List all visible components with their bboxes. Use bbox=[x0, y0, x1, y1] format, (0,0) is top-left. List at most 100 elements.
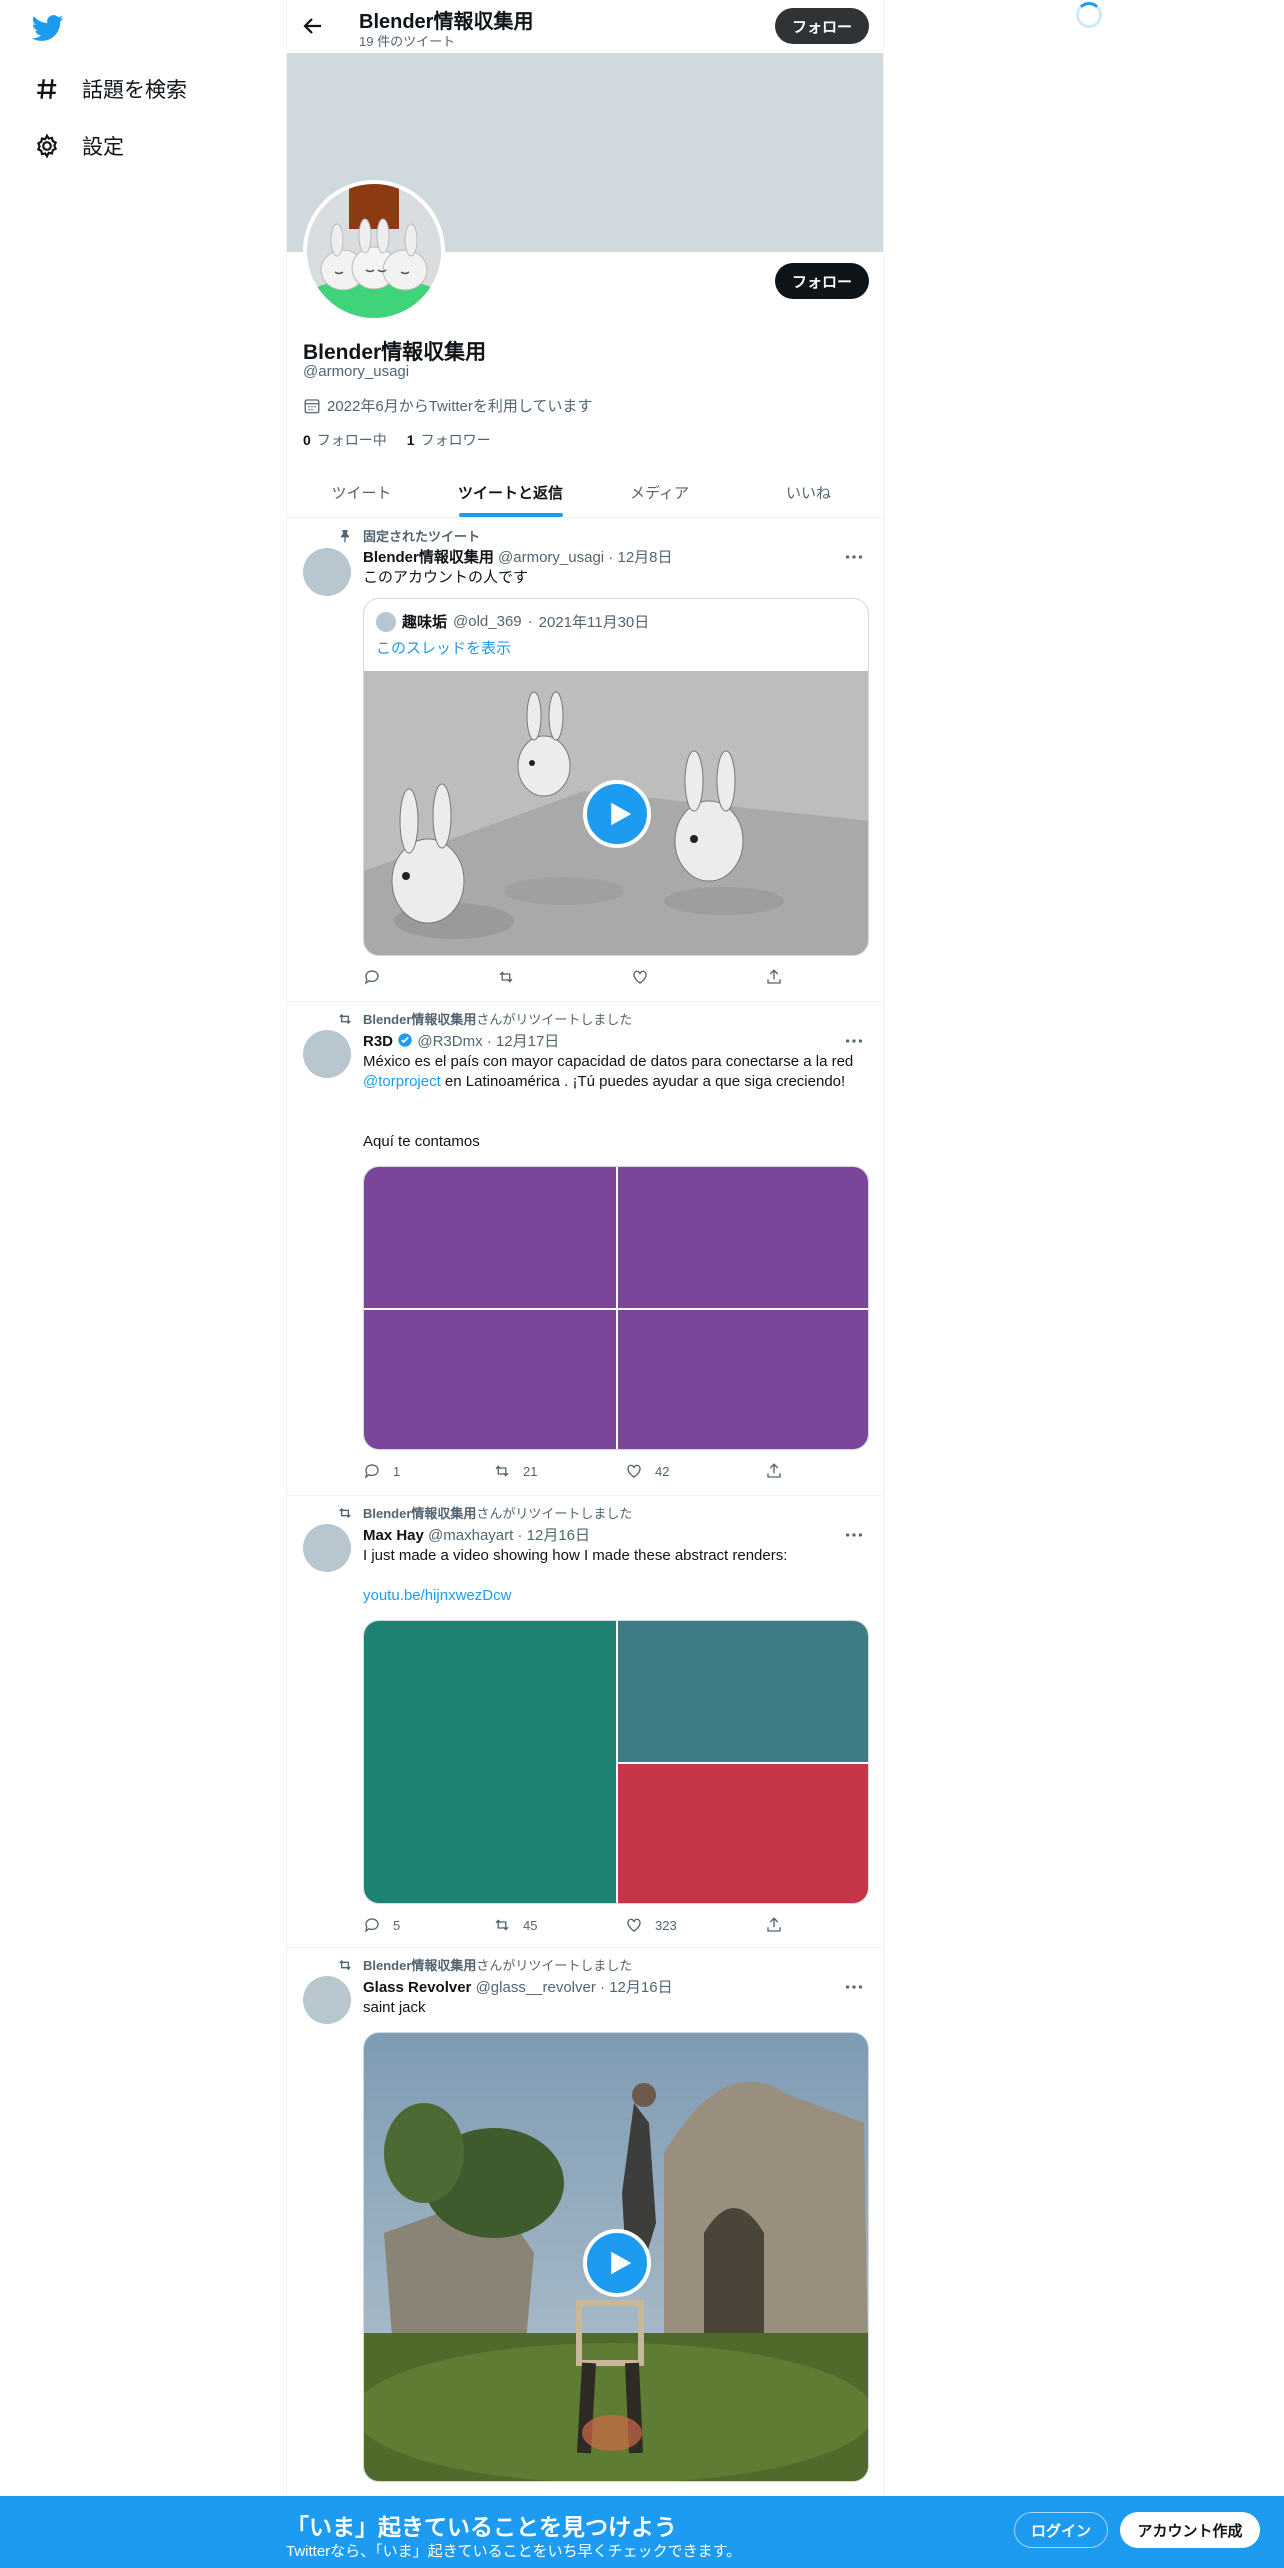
tab-tweets-and-replies[interactable]: ツイートと返信 bbox=[436, 468, 585, 517]
youtube-link[interactable]: youtu.be/hijnxwezDcw bbox=[363, 1586, 871, 1606]
retweet-icon bbox=[339, 1507, 351, 1518]
retweet-context-suffix: さんがリツイートしました bbox=[476, 1012, 633, 1027]
profile-follow-button[interactable]: フォロー bbox=[775, 263, 869, 299]
tweet-header: Blender情報収集用 @armory_usagi · 12月8日 bbox=[363, 549, 673, 566]
retweeter-name[interactable]: Blender情報収集用 bbox=[363, 1506, 476, 1521]
tab-tweets[interactable]: ツイート bbox=[287, 468, 436, 517]
more-icon[interactable] bbox=[843, 1976, 865, 1998]
followers-link[interactable]: 1 フォロワー bbox=[407, 430, 491, 450]
quote-author-handle: @old_369 bbox=[453, 613, 522, 630]
retweet-button[interactable]: 21 bbox=[493, 1462, 537, 1480]
more-icon[interactable] bbox=[843, 546, 865, 568]
reply-icon bbox=[364, 1464, 379, 1479]
more-icon[interactable] bbox=[843, 1524, 865, 1546]
like-button[interactable]: 323 bbox=[625, 1916, 677, 1934]
reply-button[interactable]: 1 bbox=[363, 1462, 400, 1480]
back-arrow-icon[interactable] bbox=[301, 14, 325, 38]
tweet-author-handle[interactable]: @maxhayart bbox=[428, 1527, 513, 1544]
tweet-max-hay[interactable]: Blender情報収集用さんがリツイートしました Max Hay @maxhay… bbox=[287, 1496, 883, 1948]
tweet-r3d[interactable]: Blender情報収集用さんがリツイートしました R3D @R3Dmx · 12… bbox=[287, 1002, 883, 1496]
quote-avatar bbox=[376, 611, 396, 632]
profile-follow-stats: 0 フォロー中 1 フォロワー bbox=[303, 430, 491, 450]
retweeter-name[interactable]: Blender情報収集用 bbox=[363, 1012, 476, 1027]
tweet-text: このアカウントの人です bbox=[363, 569, 529, 586]
tweet-avatar[interactable] bbox=[303, 1524, 351, 1572]
tweet-header: Max Hay @maxhayart · 12月16日 bbox=[363, 1527, 591, 1544]
retweet-button[interactable]: 45 bbox=[493, 1916, 537, 1934]
pinned-label: 固定されたツイート bbox=[363, 529, 481, 544]
nav-explore-label: 話題を検索 bbox=[82, 79, 187, 102]
show-thread-link[interactable]: このスレッドを表示 bbox=[376, 637, 511, 658]
tweet-date[interactable]: 12月16日 bbox=[527, 1527, 590, 1544]
tweet-pinned[interactable]: 固定されたツイート Blender情報収集用 @armory_usagi · 1… bbox=[287, 518, 883, 1002]
loading-spinner-icon bbox=[1076, 2, 1102, 28]
nav-explore[interactable]: 話題を検索 bbox=[34, 74, 187, 104]
avatar-rabbits-image bbox=[307, 184, 441, 318]
like-icon bbox=[633, 970, 647, 984]
reply-icon bbox=[364, 1918, 379, 1933]
tweet-glass-revolver[interactable]: Blender情報収集用さんがリツイートしました Glass Revolver … bbox=[287, 1948, 883, 2496]
tweet-date[interactable]: 12月17日 bbox=[496, 1033, 559, 1050]
tweet-image-1[interactable] bbox=[364, 1621, 616, 1903]
share-button[interactable] bbox=[765, 968, 783, 986]
reply-button[interactable] bbox=[363, 968, 393, 986]
tweet-author-handle[interactable]: @armory_usagi bbox=[498, 549, 604, 566]
reply-count: 5 bbox=[393, 1917, 401, 1933]
tweet-author-name[interactable]: R3D bbox=[363, 1033, 393, 1050]
pinned-context: 固定されたツイート bbox=[337, 526, 480, 545]
quoted-tweet[interactable]: 趣味垢 @old_369 · 2021年11月30日 このスレッドを表示 bbox=[363, 598, 869, 956]
retweet-button[interactable] bbox=[497, 968, 527, 986]
tweet-text-part-2: en Latinoamérica . ¡Tú puedes ayudar a q… bbox=[440, 1073, 846, 1090]
login-button[interactable]: ログイン bbox=[1014, 2512, 1108, 2548]
twitter-logo-icon[interactable] bbox=[30, 12, 66, 44]
reply-button[interactable]: 5 bbox=[363, 1916, 400, 1934]
profile-tabs: ツイート ツイートと返信 メディア いいね bbox=[287, 468, 883, 518]
tweet-author-handle[interactable]: @R3Dmx bbox=[417, 1033, 482, 1050]
tweet-text-part-3: Aquí te contamos bbox=[363, 1133, 480, 1150]
tweet-date[interactable]: 12月8日 bbox=[617, 549, 672, 566]
tab-media[interactable]: メディア bbox=[585, 468, 734, 517]
retweet-context-suffix: さんがリツイートしました bbox=[476, 1506, 633, 1521]
following-link[interactable]: 0 フォロー中 bbox=[303, 430, 387, 450]
tweet-avatar[interactable] bbox=[303, 548, 351, 596]
quote-date: 2021年11月30日 bbox=[538, 614, 650, 631]
retweet-context-suffix: さんがリツイートしました bbox=[476, 1958, 633, 1973]
play-button[interactable] bbox=[583, 780, 651, 848]
tweet-image-3[interactable] bbox=[618, 1764, 868, 1903]
share-button[interactable] bbox=[765, 1462, 783, 1480]
tweet-actions: 1 21 42 bbox=[363, 1462, 803, 1484]
tweet-image-1[interactable] bbox=[364, 1167, 616, 1308]
header-follow-button[interactable]: フォロー bbox=[775, 8, 869, 44]
tweet-image-4[interactable] bbox=[618, 1310, 868, 1449]
profile-avatar[interactable] bbox=[303, 180, 445, 322]
nav-settings[interactable]: 設定 bbox=[34, 131, 124, 161]
followers-count: 1 bbox=[406, 432, 415, 448]
retweet-icon bbox=[339, 1013, 351, 1024]
tweet-image-3[interactable] bbox=[364, 1310, 616, 1449]
tweet-video[interactable] bbox=[363, 2032, 869, 2482]
tweet-avatar[interactable] bbox=[303, 1030, 351, 1078]
like-count: 323 bbox=[655, 1917, 677, 1933]
retweeter-name[interactable]: Blender情報収集用 bbox=[363, 1958, 476, 1973]
share-button[interactable] bbox=[765, 1916, 783, 1934]
tweet-header: Glass Revolver @glass__revolver · 12月16日 bbox=[363, 1979, 673, 1996]
tweet-image-grid bbox=[363, 1166, 869, 1450]
like-button[interactable]: 42 bbox=[625, 1462, 669, 1480]
retweet-icon bbox=[499, 971, 513, 983]
play-button[interactable] bbox=[583, 2229, 651, 2297]
more-icon[interactable] bbox=[843, 1030, 865, 1052]
tweet-author-name[interactable]: Blender情報収集用 bbox=[363, 549, 494, 566]
tweet-image-2[interactable] bbox=[618, 1167, 868, 1308]
tweet-avatar[interactable] bbox=[303, 1976, 351, 2024]
signup-button[interactable]: アカウント作成 bbox=[1120, 2512, 1260, 2548]
tweet-author-name[interactable]: Glass Revolver bbox=[363, 1979, 471, 1996]
like-button[interactable] bbox=[631, 968, 661, 986]
quote-video[interactable] bbox=[364, 671, 868, 955]
bottom-bar-subtitle: Twitterなら、「いま」起きていることをいち早くチェックできます。 bbox=[286, 2543, 742, 2560]
tweet-author-handle[interactable]: @glass__revolver bbox=[476, 1979, 596, 1996]
mention-link[interactable]: @torproject bbox=[363, 1073, 441, 1090]
tweet-image-2[interactable] bbox=[618, 1621, 868, 1762]
tweet-date[interactable]: 12月16日 bbox=[609, 1979, 672, 1996]
tab-likes[interactable]: いいね bbox=[734, 468, 883, 517]
tweet-author-name[interactable]: Max Hay bbox=[363, 1527, 424, 1544]
